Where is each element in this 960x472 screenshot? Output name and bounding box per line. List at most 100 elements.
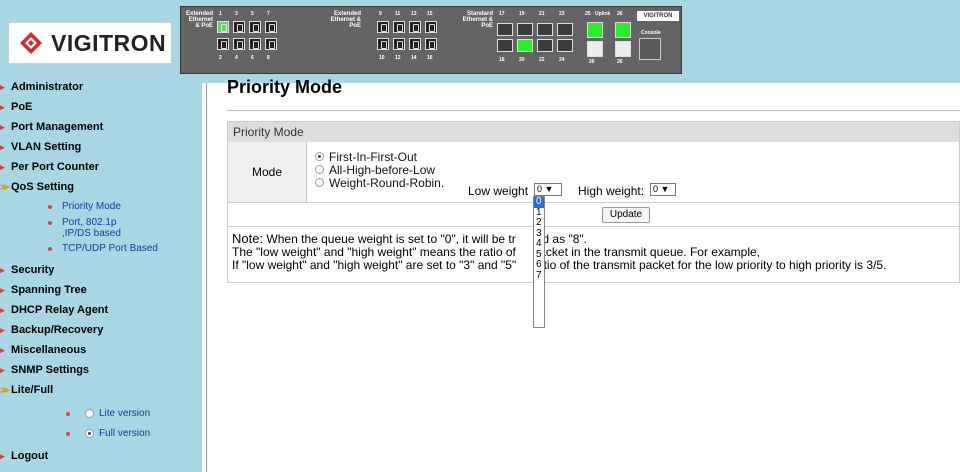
ethernet-port-icon[interactable] [265,21,277,33]
sidebar-item-label: SNMP Settings [11,364,90,376]
uplink-port-icon[interactable] [615,22,631,38]
high-weight-select[interactable]: 0 ▼ [650,183,676,196]
fifo-radio[interactable] [315,152,324,161]
ethernet-port-icon[interactable] [517,23,533,36]
all-high-radio[interactable] [315,165,324,174]
note-line: The "low weight" and "high weight" means… [232,245,516,259]
ethernet-port-icon[interactable] [517,39,533,52]
ethernet-port-icon[interactable] [217,21,229,33]
ethernet-port-icon[interactable] [233,21,245,33]
panel-brand-logo: VIGITRON [637,11,679,21]
sidebar-item-vlan-setting[interactable]: ▸ VLAN Setting [0,140,81,154]
sidebar-item-logout[interactable]: ▸ Logout [0,449,48,463]
sidebar-subitem-tcp-udp[interactable]: TCP/UDP Port Based [48,243,158,254]
dropdown-arrow-icon: ▼ [544,184,554,194]
port-number: 14 [411,55,417,61]
sidebar-item-per-port-counter[interactable]: ▸ Per Port Counter [0,160,99,174]
bullet-icon [48,247,52,251]
sidebar-item-label: Backup/Recovery [11,324,104,336]
ethernet-port-icon[interactable] [497,39,513,52]
ethernet-port-icon[interactable] [249,21,261,33]
sidebar-item-spanning-tree[interactable]: ▸ Spanning Tree [0,283,87,297]
dropdown-option[interactable]: 4 [534,238,544,250]
ethernet-port-icon[interactable] [249,38,261,50]
expanded-folder-icon: ≫ [0,182,10,192]
low-weight-dropdown-list[interactable]: 0 1 2 3 4 5 6 7 [533,196,545,328]
dropdown-option[interactable]: 7 [534,270,544,282]
port-number: 9 [379,11,382,17]
ethernet-port-icon[interactable] [377,21,389,33]
port-number: 2 [219,55,222,61]
console-port-icon[interactable] [639,38,661,60]
option-label: All-High-before-Low [329,162,436,177]
port-number: 11 [395,11,401,17]
port-number: 1 [219,11,222,17]
row-divider [228,226,959,227]
version-option-lite[interactable]: Lite version [66,408,150,419]
mode-label-text: Mode [251,165,283,179]
sidebar: ▸ Administrator ▸ PoE ▸ Port Management ▸ VL… [0,80,202,472]
lite-version-radio[interactable] [85,409,94,418]
port-number: 17 [499,11,505,17]
caret-right-icon: ▸ [0,325,5,335]
switch-front-panel: Extended Ethernet & PoE 1 3 5 7 2 4 6 8 … [180,6,682,74]
option-label: First-In-First-Out [329,149,417,164]
ethernet-port-icon[interactable] [409,38,421,50]
full-version-radio[interactable] [85,429,94,438]
ethernet-port-icon[interactable] [557,23,573,36]
logo-diamond-icon [19,31,43,55]
high-weight-value: 0 [653,184,659,194]
sidebar-subitem-port-8021p-ipds[interactable]: Port, 802.1p ,IP/DS based [48,217,148,239]
sidebar-item-label: Per Port Counter [11,161,100,173]
ethernet-port-icon[interactable] [377,38,389,50]
sidebar-subitem-priority-mode[interactable]: Priority Mode [48,201,121,212]
wrr-radio[interactable] [315,178,324,187]
sidebar-item-label: Lite/Full [11,384,54,396]
sidebar-item-label: VLAN Setting [11,141,82,153]
dropdown-option[interactable]: 0 [534,196,544,208]
high-weight-label: High weight: [578,184,645,198]
update-button[interactable]: Update [602,207,650,223]
sidebar-item-qos-setting[interactable]: ≫ QoS Setting [0,180,74,194]
sidebar-item-lite-full[interactable]: ≫ Lite/Full [0,383,53,397]
sidebar-item-security[interactable]: ▸ Security [0,263,54,277]
option-fifo[interactable]: First-In-First-Out [315,149,444,164]
ethernet-port-icon[interactable] [425,38,437,50]
ethernet-port-icon[interactable] [265,38,277,50]
dropdown-option[interactable]: 6 [534,259,544,271]
ethernet-port-icon[interactable] [217,38,229,50]
version-option-full[interactable]: Full version [66,428,150,439]
ethernet-port-icon[interactable] [497,23,513,36]
port-number: 26 [589,59,595,65]
uplink-port-icon[interactable] [587,22,603,38]
dropdown-option[interactable]: 2 [534,217,544,229]
panel-label-standard: Standard Ethernet & PoE [462,11,493,29]
sidebar-item-backup-recovery[interactable]: ▸ Backup/Recovery [0,323,103,337]
sidebar-item-administrator[interactable]: ▸ Administrator [0,80,83,94]
ethernet-port-icon[interactable] [557,39,573,52]
ethernet-port-icon[interactable] [393,21,405,33]
ethernet-port-icon[interactable] [537,23,553,36]
low-weight-select[interactable]: 0 ▼ [534,183,562,196]
note-line: packet in the transmit queue. For exampl… [532,245,760,259]
option-weight-round-robin[interactable]: Weight-Round-Robin. [315,176,444,190]
sidebar-item-snmp-settings[interactable]: ▸ SNMP Settings [0,363,89,377]
uplink-port-icon[interactable] [587,41,603,57]
sidebar-item-poe[interactable]: ▸ PoE [0,100,32,114]
sidebar-item-dhcp-relay[interactable]: ▸ DHCP Relay Agent [0,303,108,317]
uplink-port-icon[interactable] [615,41,631,57]
port-number: 21 [539,11,545,17]
mode-label: Mode [228,142,307,202]
sidebar-subitem-label: Port, 802.1p ,IP/DS based [62,217,121,239]
ethernet-port-icon[interactable] [409,21,421,33]
ethernet-port-icon[interactable] [233,38,245,50]
option-all-high-before-low[interactable]: All-High-before-Low [315,162,444,177]
sidebar-item-miscellaneous[interactable]: ▸ Miscellaneous [0,343,86,357]
ethernet-port-icon[interactable] [537,39,553,52]
ethernet-port-icon[interactable] [393,38,405,50]
ethernet-port-icon[interactable] [425,21,437,33]
sidebar-item-label: DHCP Relay Agent [11,304,109,316]
mode-options: First-In-First-Out All-High-before-Low W… [315,149,444,190]
sidebar-item-port-management[interactable]: ▸ Port Management [0,120,103,134]
caret-right-icon: ▸ [0,122,5,132]
